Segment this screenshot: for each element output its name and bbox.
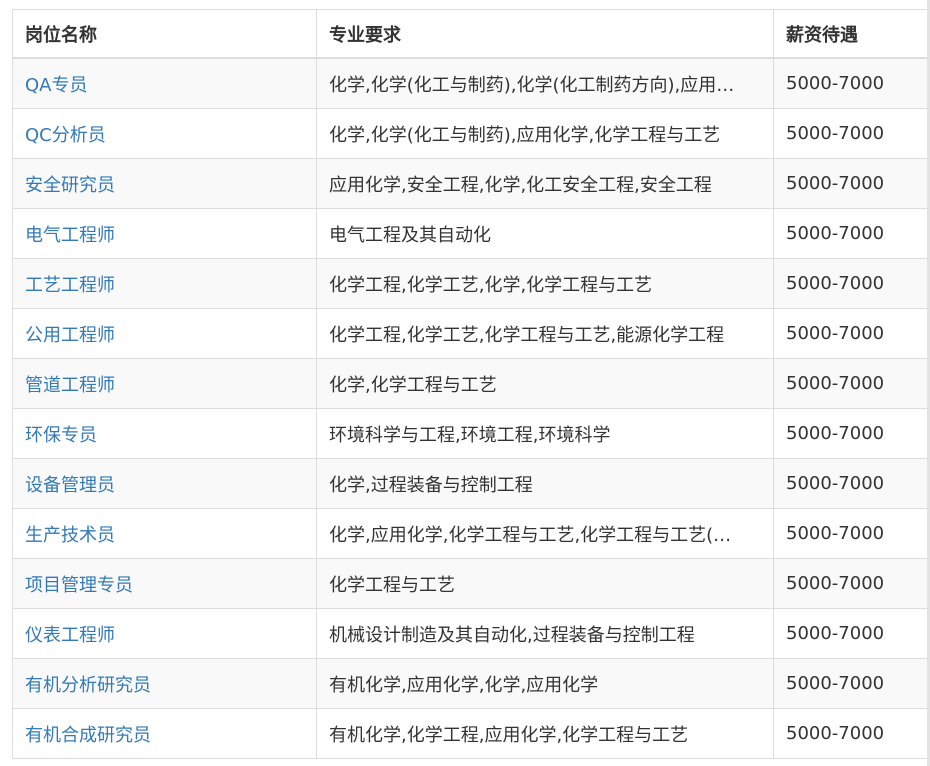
job-name-link[interactable]: 项目管理专员	[12, 558, 317, 609]
major-requirement: 有机化学,化学工程,应用化学,化学工程与工艺	[316, 708, 774, 759]
salary-range: 5000-7000	[773, 608, 928, 659]
table-row: QC分析员 化学,化学(化工与制药),应用化学,化学工程与工艺 5000-700…	[12, 108, 928, 159]
salary-range: 5000-7000	[773, 408, 928, 459]
salary-range: 5000-7000	[773, 208, 928, 259]
salary-range: 5000-7000	[773, 308, 928, 359]
salary-range: 5000-7000	[773, 258, 928, 309]
job-name-link[interactable]: QA专员	[12, 57, 317, 109]
table-row: 项目管理专员 化学工程与工艺 5000-7000	[12, 558, 928, 609]
major-requirement: 有机化学,应用化学,化学,应用化学	[316, 658, 774, 709]
major-requirement: 化学,化学工程与工艺	[316, 358, 774, 409]
header-salary: 薪资待遇	[773, 9, 928, 59]
job-table: 岗位名称 专业要求 薪资待遇 QA专员 化学,化学(化工与制药),化学(化工制药…	[12, 9, 928, 759]
table-row: 管道工程师 化学,化学工程与工艺 5000-7000	[12, 358, 928, 409]
table-body: QA专员 化学,化学(化工与制药),化学(化工制药方向),应用… 5000-70…	[12, 57, 928, 759]
major-requirement: 化学,应用化学,化学工程与工艺,化学工程与工艺(…	[316, 508, 774, 559]
table-row: QA专员 化学,化学(化工与制药),化学(化工制药方向),应用… 5000-70…	[12, 57, 928, 109]
table-row: 工艺工程师 化学工程,化学工艺,化学,化学工程与工艺 5000-7000	[12, 258, 928, 309]
major-requirement: 环境科学与工程,环境工程,环境科学	[316, 408, 774, 459]
job-name-link[interactable]: 生产技术员	[12, 508, 317, 559]
major-requirement: 化学工程,化学工艺,化学,化学工程与工艺	[316, 258, 774, 309]
table-row: 环保专员 环境科学与工程,环境工程,环境科学 5000-7000	[12, 408, 928, 459]
job-name-link[interactable]: 有机合成研究员	[12, 708, 317, 759]
table-row: 仪表工程师 机械设计制造及其自动化,过程装备与控制工程 5000-7000	[12, 608, 928, 659]
salary-range: 5000-7000	[773, 57, 928, 109]
major-requirement: 化学,化学(化工与制药),应用化学,化学工程与工艺	[316, 108, 774, 159]
major-requirement: 应用化学,安全工程,化学,化工安全工程,安全工程	[316, 158, 774, 209]
salary-range: 5000-7000	[773, 658, 928, 709]
salary-range: 5000-7000	[773, 558, 928, 609]
table-row: 有机分析研究员 有机化学,应用化学,化学,应用化学 5000-7000	[12, 658, 928, 709]
table-row: 设备管理员 化学,过程装备与控制工程 5000-7000	[12, 458, 928, 509]
salary-range: 5000-7000	[773, 708, 928, 759]
table-row: 有机合成研究员 有机化学,化学工程,应用化学,化学工程与工艺 5000-7000	[12, 708, 928, 759]
major-requirement: 化学,化学(化工与制药),化学(化工制药方向),应用…	[316, 57, 774, 109]
job-name-link[interactable]: 环保专员	[12, 408, 317, 459]
header-major-requirement: 专业要求	[316, 9, 774, 59]
job-name-link[interactable]: 仪表工程师	[12, 608, 317, 659]
salary-range: 5000-7000	[773, 458, 928, 509]
job-name-link[interactable]: 设备管理员	[12, 458, 317, 509]
job-name-link[interactable]: 公用工程师	[12, 308, 317, 359]
table-row: 电气工程师 电气工程及其自动化 5000-7000	[12, 208, 928, 259]
job-name-link[interactable]: 工艺工程师	[12, 258, 317, 309]
job-name-link[interactable]: QC分析员	[12, 108, 317, 159]
job-name-link[interactable]: 管道工程师	[12, 358, 317, 409]
major-requirement: 化学,过程装备与控制工程	[316, 458, 774, 509]
job-name-link[interactable]: 安全研究员	[12, 158, 317, 209]
major-requirement: 电气工程及其自动化	[316, 208, 774, 259]
salary-range: 5000-7000	[773, 108, 928, 159]
table-row: 公用工程师 化学工程,化学工艺,化学工程与工艺,能源化学工程 5000-7000	[12, 308, 928, 359]
table-row: 安全研究员 应用化学,安全工程,化学,化工安全工程,安全工程 5000-7000	[12, 158, 928, 209]
salary-range: 5000-7000	[773, 358, 928, 409]
header-row: 岗位名称 专业要求 薪资待遇	[12, 9, 928, 59]
job-listing-page: 岗位名称 专业要求 薪资待遇 QA专员 化学,化学(化工与制药),化学(化工制药…	[0, 0, 930, 766]
header-job-name: 岗位名称	[12, 9, 317, 59]
major-requirement: 机械设计制造及其自动化,过程装备与控制工程	[316, 608, 774, 659]
salary-range: 5000-7000	[773, 158, 928, 209]
salary-range: 5000-7000	[773, 508, 928, 559]
table-row: 生产技术员 化学,应用化学,化学工程与工艺,化学工程与工艺(… 5000-700…	[12, 508, 928, 559]
job-name-link[interactable]: 电气工程师	[12, 208, 317, 259]
job-name-link[interactable]: 有机分析研究员	[12, 658, 317, 709]
table-header: 岗位名称 专业要求 薪资待遇	[12, 9, 928, 59]
major-requirement: 化学工程与工艺	[316, 558, 774, 609]
major-requirement: 化学工程,化学工艺,化学工程与工艺,能源化学工程	[316, 308, 774, 359]
